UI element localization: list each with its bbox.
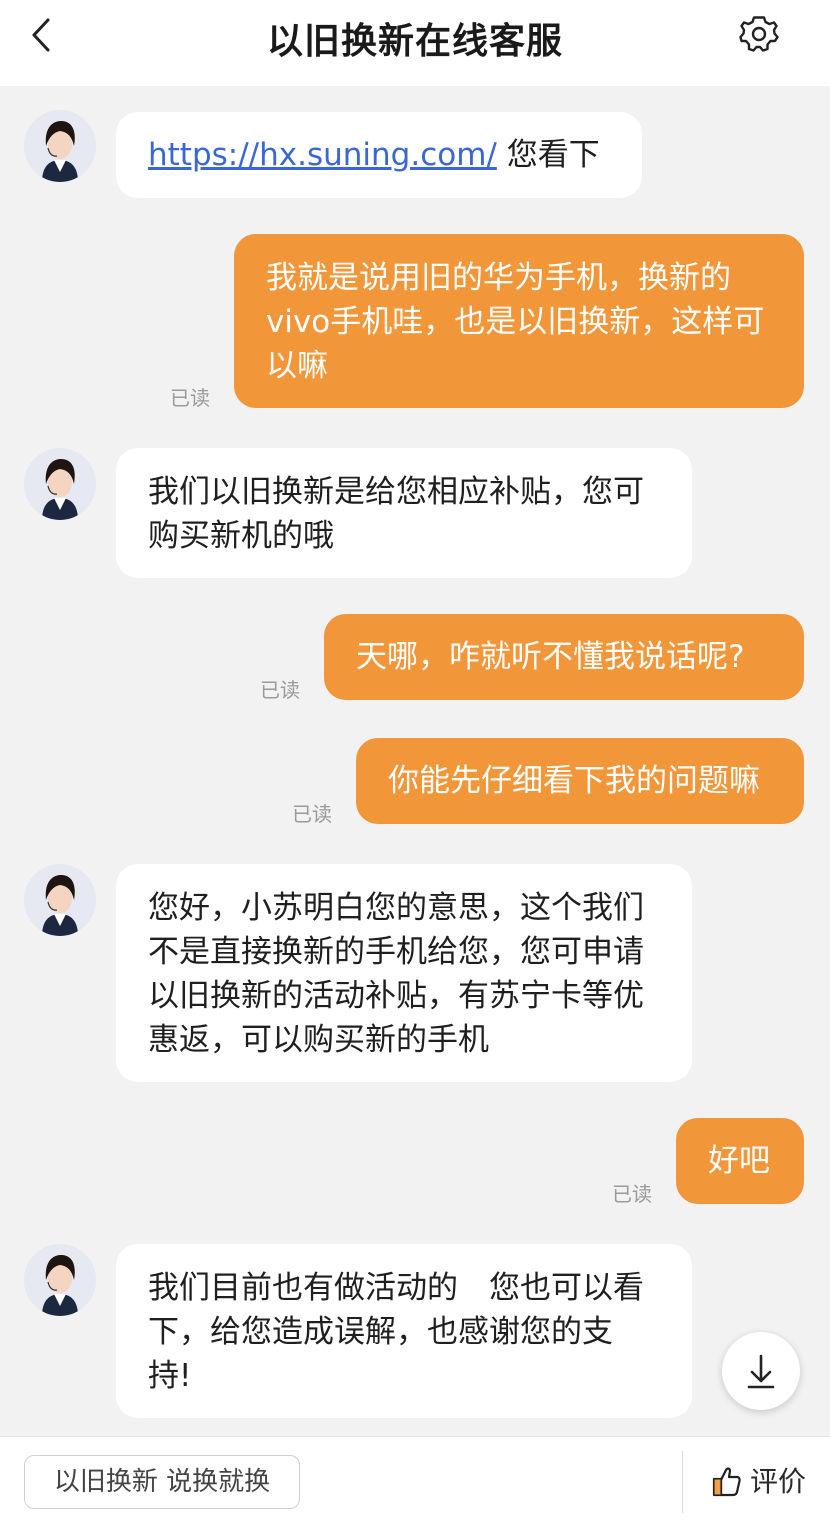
message-bubble-user: 天哪，咋就听不懂我说话呢?: [324, 614, 804, 700]
agent-portrait-icon: [24, 448, 96, 520]
message-bubble-agent: 您好，小苏明白您的意思，这个我们 不是直接换新的手机给您，您可申请 以旧换新的活…: [116, 864, 692, 1082]
read-status: 已读: [170, 386, 210, 410]
quick-reply-chip[interactable]: 以旧换新 说换就换: [24, 1455, 300, 1509]
message-line: 我就是说用旧的华为手机，换新的: [266, 260, 731, 296]
agent-avatar: [24, 448, 96, 520]
agent-portrait-icon: [24, 1244, 96, 1316]
message-bubble-user: 好吧: [676, 1118, 804, 1204]
message-line: 天哪，咋就听不懂我说话呢?: [356, 639, 745, 675]
message-text: 您看下: [496, 137, 600, 173]
top-bar: 以旧换新在线客服: [0, 0, 830, 86]
message-bubble-agent: https://hx.suning.com/ 您看下: [116, 112, 642, 198]
agent-avatar: [24, 110, 96, 182]
gear-icon: [739, 16, 779, 52]
download-arrow-icon: [747, 1354, 775, 1389]
agent-portrait-icon: [24, 864, 96, 936]
message-line: 以旧换新的活动补贴，有苏宁卡等优: [148, 978, 644, 1014]
message-line: 以嘛: [266, 348, 328, 384]
message-bubble-user: 我就是说用旧的华为手机，换新的 vivo手机哇，也是以旧换新，这样可 以嘛: [234, 234, 804, 408]
message-line: 我们以旧换新是给您相应补贴，您可: [148, 474, 644, 510]
bottom-bar: 以旧换新 说换就换 评价: [0, 1436, 830, 1536]
message-line: 好吧: [708, 1143, 770, 1179]
read-status: 已读: [292, 802, 332, 826]
message-link[interactable]: https://hx.suning.com/: [148, 137, 497, 173]
message-line: 惠返，可以购买新的手机: [148, 1022, 489, 1058]
agent-avatar: [24, 864, 96, 936]
message-line: 持!: [148, 1358, 192, 1394]
message-line: 购买新机的哦: [148, 518, 334, 554]
rate-label: 评价: [750, 1465, 807, 1498]
message-bubble-agent: 我们目前也有做活动的 您也可以看 下，给您造成误解，也感谢您的支 持!: [116, 1244, 692, 1418]
read-status: 已读: [612, 1182, 652, 1206]
message-bubble-agent: 我们以旧换新是给您相应补贴，您可 购买新机的哦: [116, 448, 692, 578]
message-line: 下，给您造成误解，也感谢您的支: [148, 1314, 613, 1350]
chat-area[interactable]: https://hx.suning.com/ 您看下 我就是说用旧的华为手机，换…: [0, 86, 830, 1436]
page-title: 以旧换新在线客服: [266, 21, 563, 62]
message-line: vivo手机哇，也是以旧换新，这样可: [266, 304, 765, 340]
scroll-to-bottom-button[interactable]: [722, 1332, 800, 1410]
message-bubble-user: 你能先仔细看下我的问题嘛: [356, 738, 804, 824]
divider: [682, 1451, 683, 1513]
thumbs-up-icon: [712, 1467, 741, 1497]
message-line: 我们目前也有做活动的 您也可以看: [148, 1270, 644, 1306]
settings-button[interactable]: [738, 12, 782, 56]
agent-portrait-icon: [24, 110, 96, 182]
message-line: 你能先仔细看下我的问题嘛: [388, 763, 760, 799]
message-line: 不是直接换新的手机给您，您可申请: [148, 934, 644, 970]
agent-avatar: [24, 1244, 96, 1316]
read-status: 已读: [260, 678, 300, 702]
message-line: 您好，小苏明白您的意思，这个我们: [148, 890, 644, 926]
